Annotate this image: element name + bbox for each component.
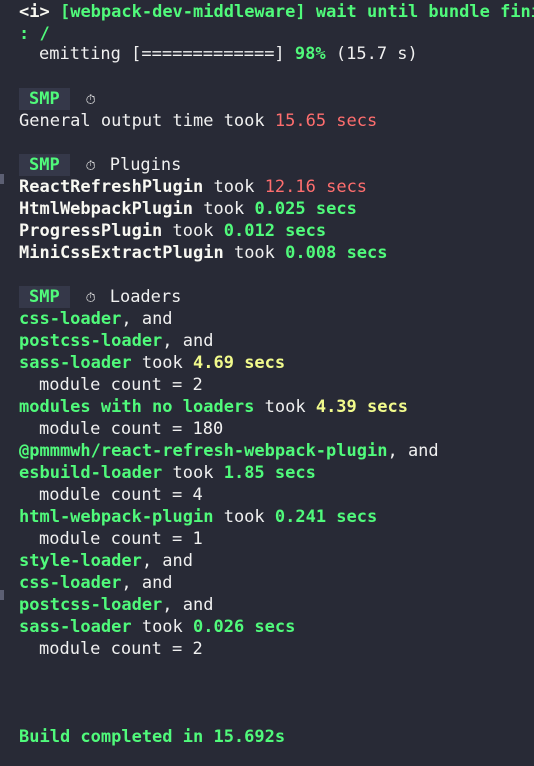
loader-line: sass-loader took 0.026 secs xyxy=(19,616,295,638)
took-text: took xyxy=(203,199,245,219)
plugin-name: ReactRefreshPlugin xyxy=(19,177,204,197)
module-count: module count = 1 xyxy=(39,529,203,549)
loader-suffix: took xyxy=(162,463,224,483)
loader-name: esbuild-loader xyxy=(19,463,163,483)
loader-time: 4.69 secs xyxy=(193,353,286,373)
plugin-time: 12.16 secs xyxy=(264,177,368,197)
loader-name: css-loader xyxy=(19,573,122,593)
loader-line: postcss-loader, and xyxy=(19,594,213,616)
loader-line: css-loader, and xyxy=(19,308,173,330)
loader-time: 0.026 secs xyxy=(193,617,296,637)
plugin-name: HtmlWebpackPlugin xyxy=(19,199,193,219)
loader-time: 4.39 secs xyxy=(315,397,408,417)
loader-line: style-loader, and xyxy=(19,550,193,572)
progress-time: (15.7 s) xyxy=(335,44,418,64)
loader-name: sass-loader xyxy=(19,353,132,373)
progress-bar: [=============] xyxy=(131,44,285,64)
loader-suffix: took xyxy=(254,397,316,417)
loader-name: html-webpack-plugin xyxy=(19,507,214,527)
path-line: : / xyxy=(19,24,50,44)
emitting-line: emitting [=============] 98% (15.7 s) xyxy=(19,43,418,65)
loader-line: postcss-loader, and xyxy=(19,330,213,352)
terminal-output[interactable]: <i> [webpack-dev-middleware] wait until … xyxy=(0,0,534,766)
loader-time: 0.241 secs xyxy=(274,507,378,527)
module-count: module count = 4 xyxy=(39,485,203,505)
wdm-message: [webpack-dev-middleware] wait until bund… xyxy=(59,2,534,22)
loader-name: @pmmmwh/react-refresh-webpack-plugin xyxy=(19,441,388,461)
general-label: General output time took xyxy=(19,111,265,131)
module-count: module count = 2 xyxy=(39,375,203,395)
module-count: module count = 2 xyxy=(39,639,203,659)
loader-suffix: , and xyxy=(387,441,439,461)
plugin-name: ProgressPlugin xyxy=(19,221,163,241)
took-text: took xyxy=(213,177,255,197)
loader-name: css-loader xyxy=(19,309,122,329)
loader-line: html-webpack-plugin took 0.241 secs xyxy=(19,506,377,528)
plugin-line: ReactRefreshPlugin took 12.16 secs xyxy=(19,176,367,198)
gutter xyxy=(0,0,5,766)
gutter-marker xyxy=(0,590,4,600)
smp-badge: SMP xyxy=(19,286,70,308)
plugin-time: 0.008 secs xyxy=(285,243,388,263)
progress-percent: 98% xyxy=(294,44,326,64)
loader-line: @pmmmwh/react-refresh-webpack-plugin, an… xyxy=(19,440,439,462)
loader-suffix: , and xyxy=(121,573,173,593)
loader-name: modules with no loaders xyxy=(19,397,255,417)
smp-plugins-heading: SMP ⏱ Plugins xyxy=(19,154,181,176)
plugin-line: MiniCssExtractPlugin took 0.008 secs xyxy=(19,242,388,264)
stopwatch-icon: ⏱ xyxy=(85,159,96,174)
plugin-time: 0.025 secs xyxy=(254,199,357,219)
loader-suffix: took xyxy=(131,353,194,373)
loader-line: modules with no loaders took 4.39 secs xyxy=(19,396,408,418)
plugin-line: HtmlWebpackPlugin took 0.025 secs xyxy=(19,198,357,220)
loader-suffix: , and xyxy=(141,551,194,571)
stopwatch-icon: ⏱ xyxy=(85,93,96,108)
stopwatch-icon: ⏱ xyxy=(85,291,96,306)
smp-general-heading: SMP ⏱ xyxy=(19,88,110,110)
loader-name: sass-loader xyxy=(19,617,132,637)
plugins-heading: Plugins xyxy=(109,155,182,175)
plugin-time: 0.012 secs xyxy=(223,221,327,241)
plugin-line: ProgressPlugin took 0.012 secs xyxy=(19,220,326,242)
loader-suffix: took xyxy=(131,617,194,637)
smp-badge: SMP xyxy=(19,88,70,110)
general-output-line: General output time took 15.65 secs xyxy=(19,110,377,132)
loader-suffix: , and xyxy=(162,595,214,615)
loader-suffix: , and xyxy=(162,331,214,351)
loader-line: css-loader, and xyxy=(19,572,173,594)
loader-time: 1.85 secs xyxy=(223,463,316,483)
took-text: took xyxy=(172,221,214,241)
smp-loaders-heading: SMP ⏱ Loaders xyxy=(19,286,181,308)
plugin-name: MiniCssExtractPlugin xyxy=(19,243,224,263)
build-completed: Build completed in 15.692s xyxy=(19,727,286,747)
loader-name: style-loader xyxy=(19,551,142,571)
gutter-marker xyxy=(0,174,4,184)
wdm-line: <i> [webpack-dev-middleware] wait until … xyxy=(19,1,534,23)
loader-name: postcss-loader xyxy=(19,331,163,351)
loader-suffix: took xyxy=(213,507,275,527)
loader-suffix: , and xyxy=(121,309,173,329)
smp-badge: SMP xyxy=(19,154,70,176)
module-count: module count = 180 xyxy=(39,419,224,439)
loader-name: postcss-loader xyxy=(19,595,163,615)
loader-line: sass-loader took 4.69 secs xyxy=(19,352,285,374)
wdm-prefix: <i> xyxy=(19,2,50,22)
took-text: took xyxy=(233,243,275,263)
loaders-heading: Loaders xyxy=(109,287,182,307)
loader-line: esbuild-loader took 1.85 secs xyxy=(19,462,316,484)
emitting-label: emitting xyxy=(39,44,121,64)
general-time: 15.65 secs xyxy=(274,111,378,131)
